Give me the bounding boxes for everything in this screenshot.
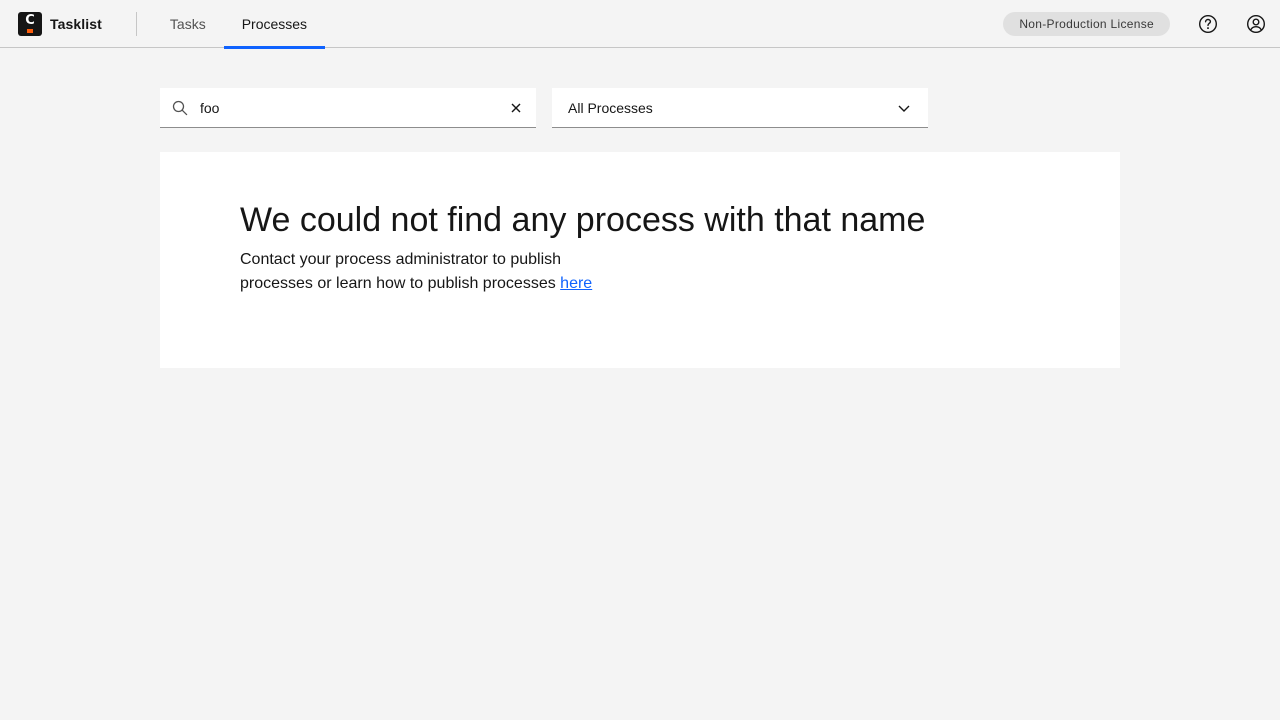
close-icon xyxy=(511,103,521,113)
search-icon xyxy=(172,100,188,116)
process-filter-dropdown[interactable]: All Processes xyxy=(552,88,928,128)
chevron-down-icon xyxy=(898,105,910,112)
help-button[interactable] xyxy=(1184,0,1232,48)
app-name: Tasklist xyxy=(50,15,102,32)
app-header: C Tasklist Tasks Processes Non-Productio… xyxy=(0,0,1280,49)
nav-item-tasks[interactable]: Tasks xyxy=(152,0,224,48)
camunda-logo-icon: C xyxy=(18,11,42,36)
empty-state-title: We could not find any process with that … xyxy=(240,201,926,239)
main-nav: Tasks Processes xyxy=(152,0,326,49)
user-menu-button[interactable] xyxy=(1232,0,1280,48)
process-filter-value: All Processes xyxy=(568,99,653,116)
search-input[interactable] xyxy=(160,87,460,128)
license-tag: Non-Production License xyxy=(1003,11,1170,36)
publish-docs-link[interactable]: here xyxy=(560,275,592,292)
empty-state-description-text: Contact your process administrator to pu… xyxy=(240,251,562,292)
filters-bar: All Processes xyxy=(160,87,928,128)
help-icon xyxy=(1198,14,1218,33)
user-avatar-icon xyxy=(1246,14,1266,33)
empty-state-card: We could not find any process with that … xyxy=(160,152,1120,368)
header-divider xyxy=(135,11,137,36)
clear-search-button[interactable] xyxy=(504,96,528,120)
header-actions: Non-Production License xyxy=(1003,0,1280,48)
search-field xyxy=(160,87,536,128)
nav-item-processes[interactable]: Processes xyxy=(223,0,326,49)
empty-state-description: Contact your process administrator to pu… xyxy=(240,248,630,296)
brand[interactable]: C Tasklist xyxy=(0,0,136,48)
